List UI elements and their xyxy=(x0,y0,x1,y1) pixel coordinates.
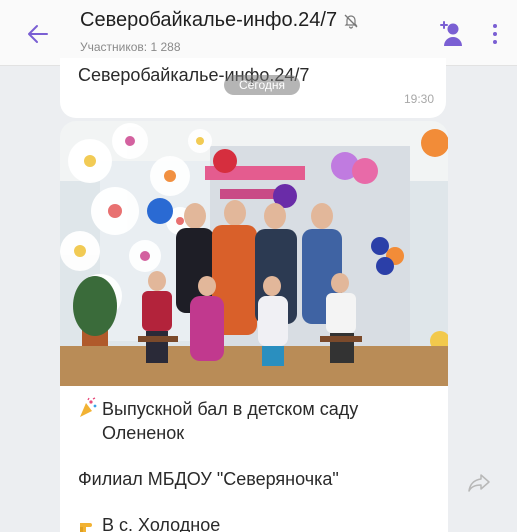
back-button[interactable] xyxy=(18,14,58,54)
chat-header: Северобайкалье-инфо.24/7 Участников: 1 2… xyxy=(0,0,517,66)
share-button[interactable] xyxy=(462,470,496,496)
more-vertical-icon xyxy=(493,24,497,28)
party-popper-icon xyxy=(78,397,98,419)
muted-bell-icon xyxy=(343,13,359,29)
more-menu-button[interactable] xyxy=(480,14,510,54)
caption-line-3: В с. Холодное xyxy=(102,515,221,532)
caption-line-2: Филиал МБДОУ "Северяночка" xyxy=(78,469,339,489)
chat-title[interactable]: Северобайкалье-инфо.24/7 xyxy=(80,9,400,32)
participants-count: Участников: 1 288 xyxy=(80,40,181,54)
message-photo[interactable] xyxy=(60,121,448,386)
add-member-button[interactable] xyxy=(432,14,472,54)
pointing-hand-icon xyxy=(78,513,98,532)
message-bubble[interactable]: Выпускной бал в детском саду Олененок Фи… xyxy=(60,121,448,532)
date-pill: Сегодня xyxy=(224,75,300,95)
share-icon xyxy=(468,474,490,492)
add-member-icon xyxy=(440,21,462,46)
message-caption: Выпускной бал в детском саду Олененок Фи… xyxy=(78,397,434,532)
caption-line-1: Выпускной бал в детском саду Олененок xyxy=(102,399,359,443)
arrow-left-icon xyxy=(28,25,48,43)
chat-title-text: Северобайкалье-инфо.24/7 xyxy=(80,9,338,31)
message-time: 19:30 xyxy=(403,92,434,106)
